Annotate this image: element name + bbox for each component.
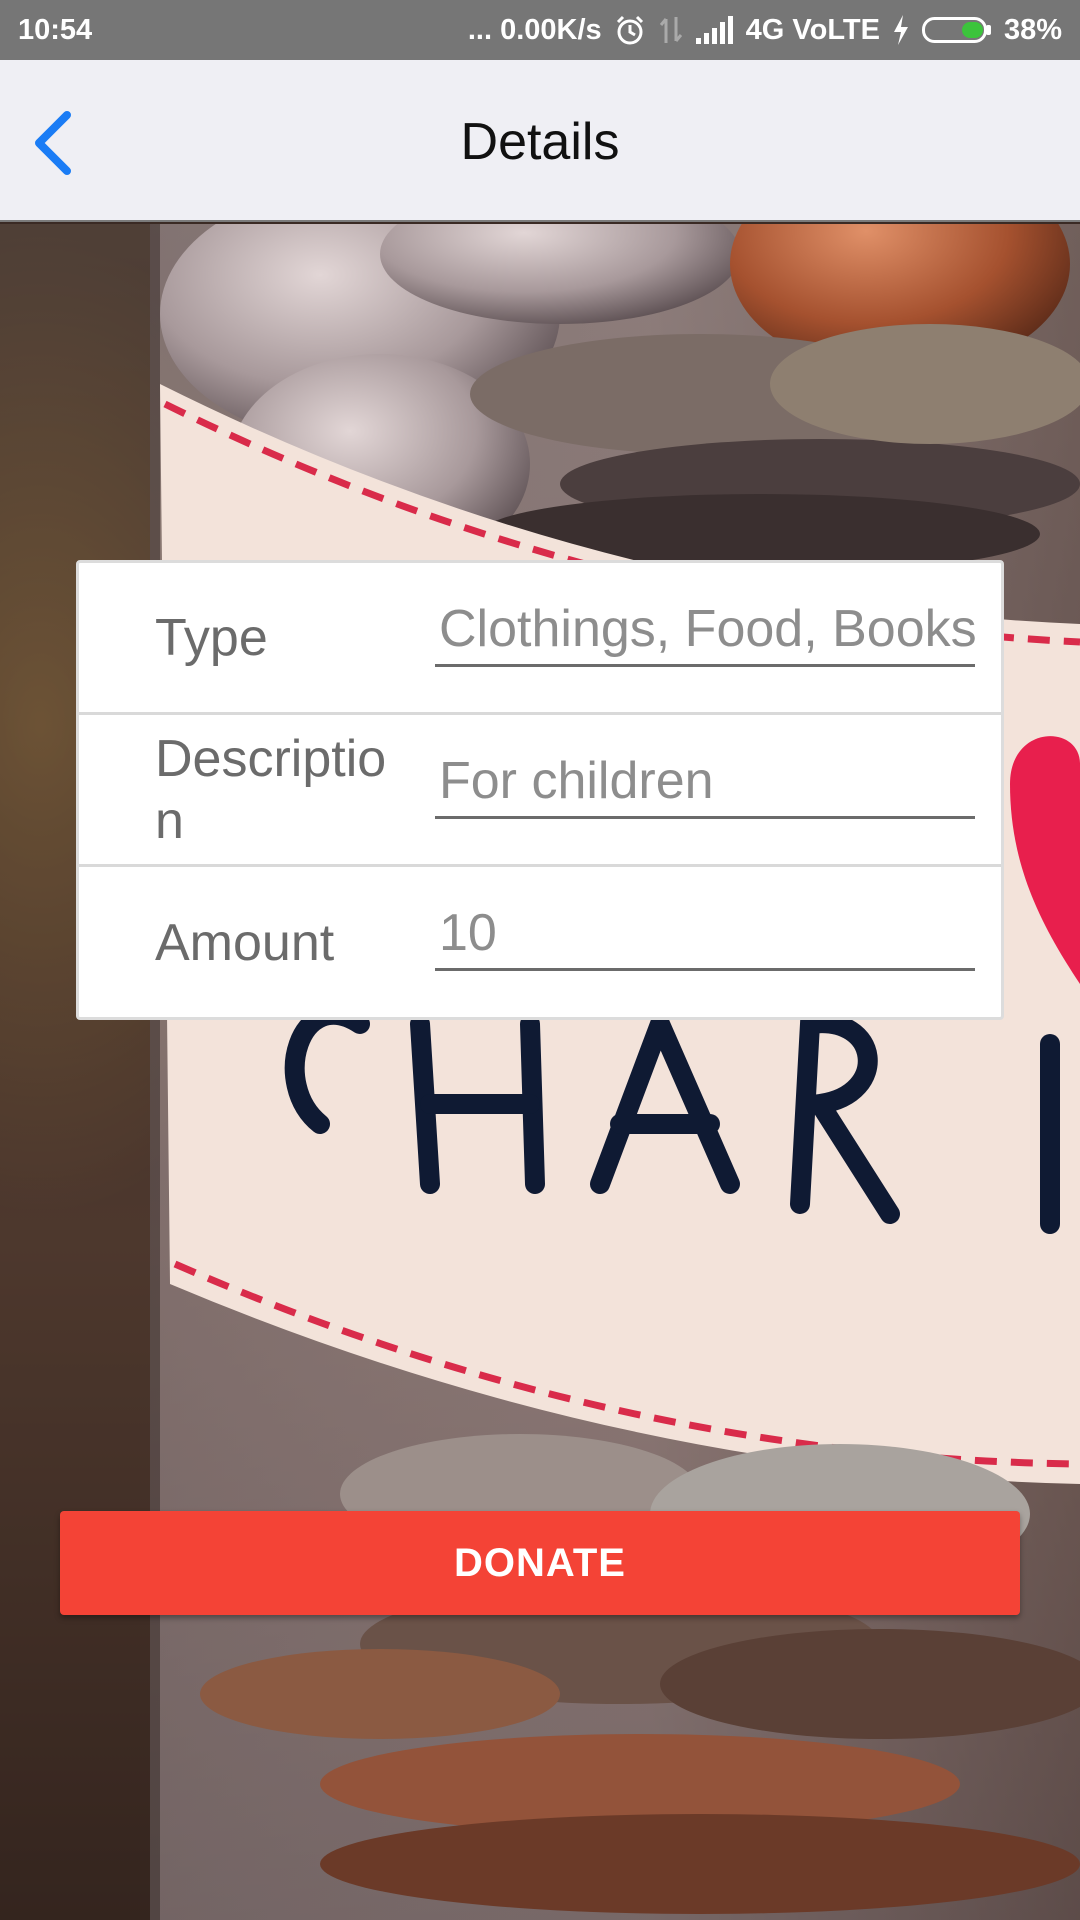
form-row-amount: Amount 10 (79, 867, 1001, 1019)
donation-details-form: Type Clothings, Food, Books Description … (76, 560, 1004, 1020)
charity-jar-illustration (0, 224, 1080, 1920)
type-field[interactable]: Clothings, Food, Books (435, 593, 975, 667)
charity-jar-photo (0, 224, 1080, 1920)
navigation-bar: Details (0, 60, 1080, 222)
network-speed: ... 0.00K/s (467, 13, 602, 46)
page-title: Details (460, 113, 620, 171)
battery-icon (921, 15, 992, 45)
description-field[interactable]: For children (435, 745, 975, 819)
status-time: 10:54 (18, 13, 93, 46)
amount-label: Amount (155, 914, 335, 972)
type-label: Type (155, 608, 268, 667)
signal-icon (695, 16, 734, 44)
alarm-icon (614, 14, 646, 46)
network-type: 4G VoLTE (745, 13, 880, 46)
form-row-type: Type Clothings, Food, Books (79, 563, 1001, 715)
form-row-description: Description For children (79, 715, 1001, 867)
donate-button[interactable]: DONATE (60, 1511, 1020, 1615)
charging-icon (892, 15, 910, 45)
data-arrows-icon (658, 15, 684, 45)
amount-field[interactable]: 10 (435, 897, 975, 971)
battery-percent: 38% (1003, 13, 1062, 46)
details-screen: 10:54 ... 0.00K/s 4G VoLTE 38% Details T… (0, 0, 1080, 1920)
status-bar: 10:54 ... 0.00K/s 4G VoLTE 38% (0, 0, 1080, 60)
description-label: Description (155, 729, 387, 850)
status-icons: ... 0.00K/s 4G VoLTE 38% (468, 14, 1062, 47)
